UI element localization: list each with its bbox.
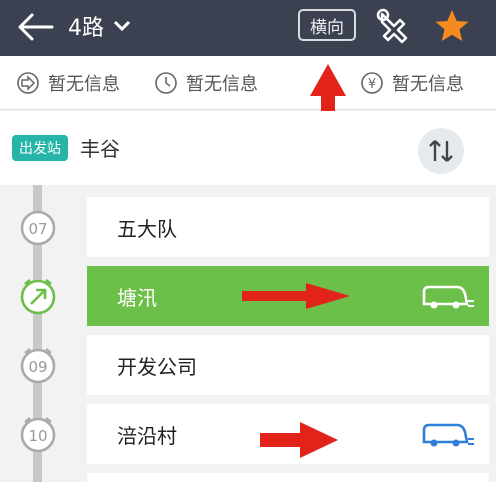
chevron-down-icon xyxy=(113,20,131,32)
clock-icon xyxy=(155,72,177,94)
top-bar: 4路 横向 xyxy=(0,0,496,56)
direction-icon xyxy=(17,72,39,94)
yuan-icon: ¥ xyxy=(361,72,383,94)
swap-icon xyxy=(429,140,453,162)
stop-item[interactable]: 开发公司 xyxy=(87,335,489,395)
landscape-button[interactable]: 横向 xyxy=(298,9,356,41)
bus-icon xyxy=(422,423,474,447)
first-last-info: 暂无信息 xyxy=(16,68,120,98)
stop-list: 五大队 07 塘汛 开发公司 09 涪沿村 10 xyxy=(0,185,496,482)
favorite-star-icon[interactable] xyxy=(432,6,472,46)
wrench-icon[interactable] xyxy=(374,6,414,46)
annotation-right-arrow-icon xyxy=(260,422,338,458)
stop-item[interactable]: 五大队 xyxy=(87,197,489,257)
station-name: 丰谷 xyxy=(80,137,120,161)
stop-number-icon: 09 xyxy=(20,348,56,384)
svg-text:07: 07 xyxy=(28,220,47,238)
stop-number-icon: 07 xyxy=(20,210,56,246)
yuan-symbol: ¥ xyxy=(368,77,376,92)
annotation-right-arrow-icon xyxy=(242,283,350,309)
current-location-icon xyxy=(20,278,56,315)
stop-number-icon: 10 xyxy=(20,417,56,453)
interval-info: 暂无信息 xyxy=(154,68,258,98)
svg-text:10: 10 xyxy=(28,427,47,445)
svg-text:09: 09 xyxy=(28,358,47,376)
back-arrow-icon[interactable] xyxy=(16,9,56,45)
bus-icon xyxy=(422,285,474,309)
station-row: 出发站 丰谷 xyxy=(0,111,496,185)
stop-item[interactable] xyxy=(87,473,489,482)
route-selector[interactable]: 4路 xyxy=(68,10,132,42)
fare-info: ¥ 暂无信息 xyxy=(360,68,464,98)
departure-tag: 出发站 xyxy=(12,135,68,161)
route-name: 4路 xyxy=(68,16,104,41)
swap-direction-button[interactable] xyxy=(418,128,464,174)
info-strip: 暂无信息 暂无信息 ¥ 暂无信息 xyxy=(0,56,496,110)
